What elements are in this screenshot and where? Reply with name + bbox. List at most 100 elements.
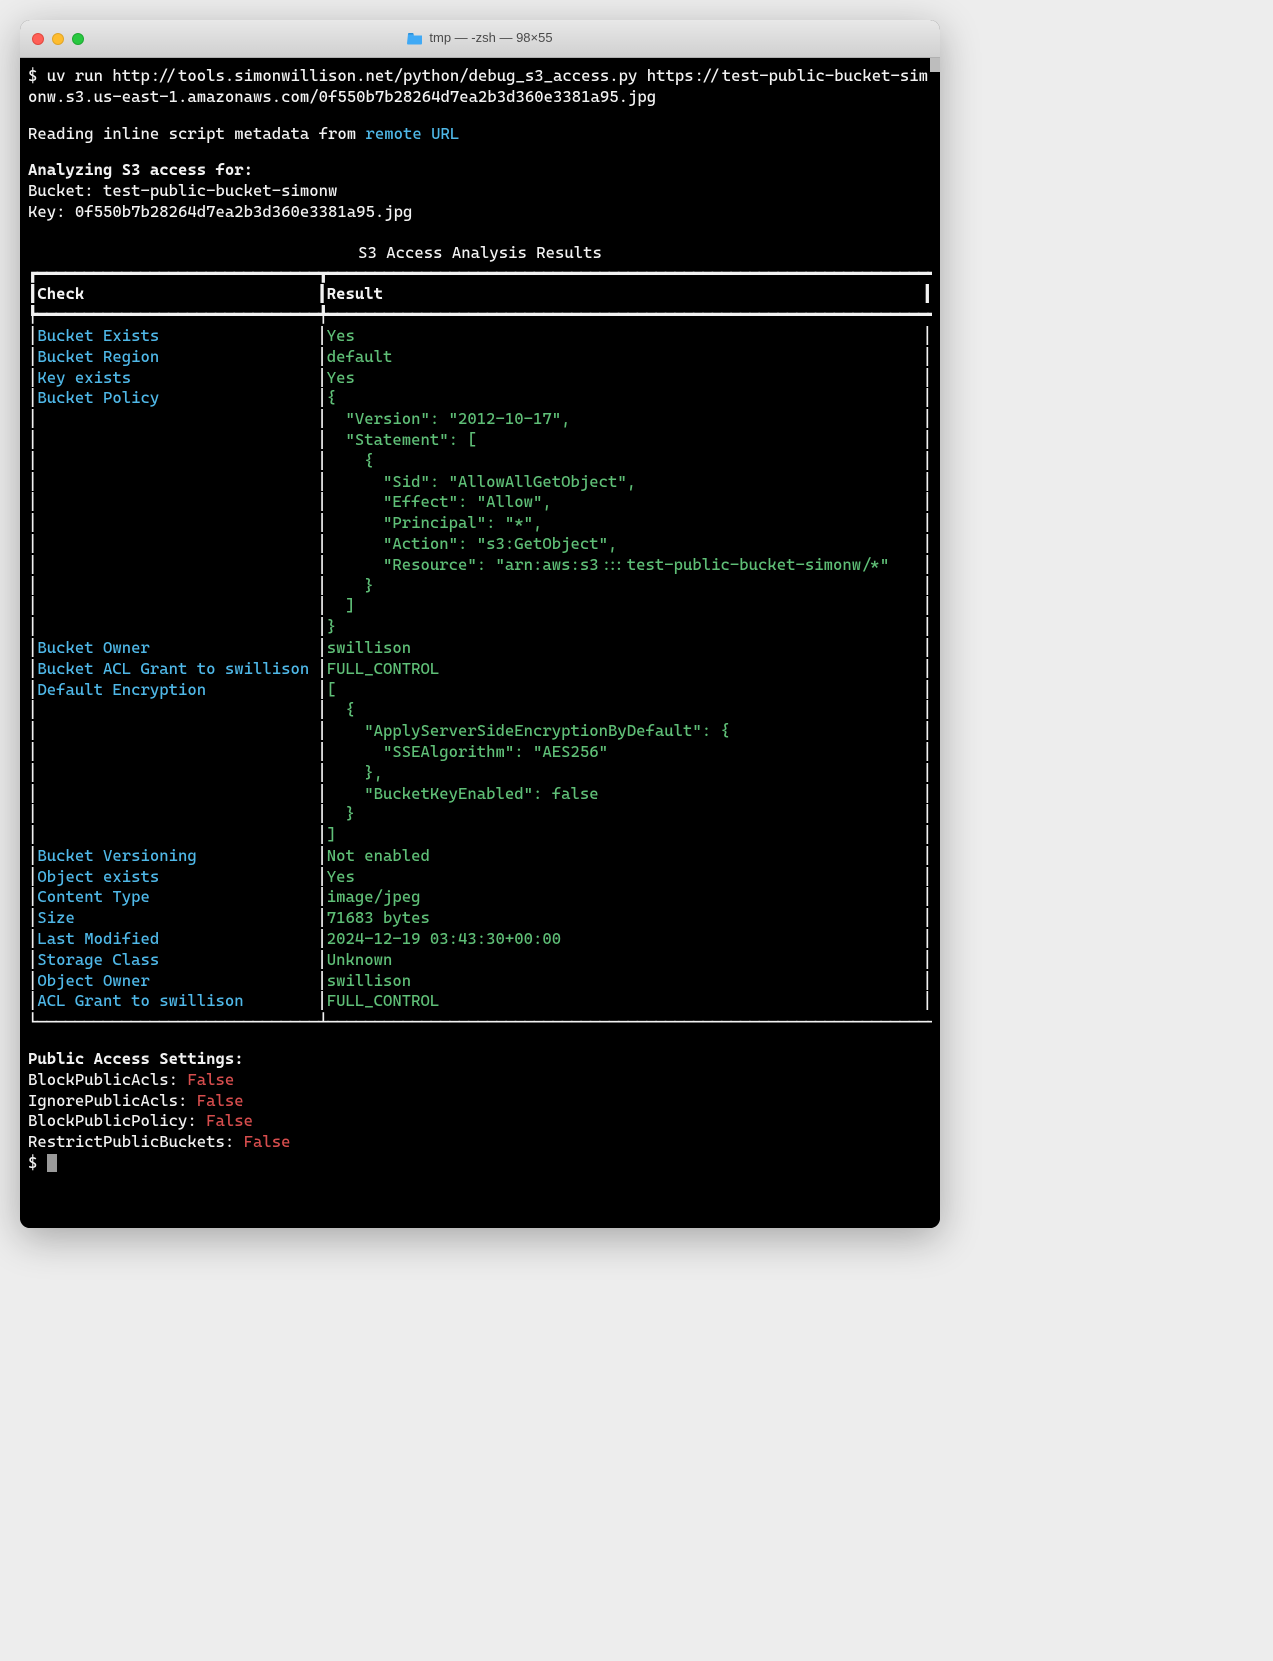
zoom-button[interactable] (72, 33, 84, 45)
check-cell (37, 617, 317, 638)
analyzing-header: Analyzing S3 access for: (28, 160, 932, 181)
check-cell: Bucket Region (37, 347, 317, 368)
result-cell: ] (327, 596, 923, 617)
traffic-lights (32, 33, 84, 45)
public-access-item: IgnorePublicAcls: False (28, 1091, 932, 1112)
bucket-line: Bucket: test-public-bucket-simonw (28, 181, 932, 202)
check-cell: Storage Class (37, 950, 317, 971)
table-row: │ │ "BucketKeyEnabled": false │ (28, 784, 932, 805)
result-cell: "Resource": "arn:aws:s3:::test-public-bu… (327, 555, 923, 576)
table-row: │ │ "SSEAlgorithm": "AES256" │ (28, 742, 932, 763)
table-row: │ │ "Resource": "arn:aws:s3:::test-publi… (28, 555, 932, 576)
check-cell (37, 409, 317, 430)
key-value: 0f550b7b28264d7ea2b3d360e3381a95.jpg (75, 202, 413, 221)
setting-value: False (244, 1132, 291, 1151)
titlebar[interactable]: tmp — -zsh — 98×55 (20, 20, 940, 58)
setting-label: BlockPublicPolicy: (28, 1111, 206, 1130)
table-row: │ │ ] │ (28, 825, 932, 846)
table-row: │ │ } │ (28, 576, 932, 597)
scrollbar-thumb[interactable] (930, 58, 940, 72)
remote-url-link: remote URL (366, 124, 460, 143)
table-row: │ Bucket ACL Grant to swillison│ FULL_CO… (28, 659, 932, 680)
prompt: $ (28, 66, 47, 85)
window-title-text: tmp — -zsh — 98×55 (429, 30, 552, 47)
table-row: │ Bucket Exists│ Yes │ (28, 326, 932, 347)
table-row: │ Object Owner│ swillison │ (28, 971, 932, 992)
table-row: │ Storage Class│ Unknown │ (28, 950, 932, 971)
setting-label: BlockPublicAcls: (28, 1070, 187, 1089)
result-cell: [ (327, 680, 923, 701)
reading-line: Reading inline script metadata from remo… (28, 124, 932, 145)
table-row: │ Bucket Versioning│ Not enabled │ (28, 846, 932, 867)
table-row: │ Last Modified│ 2024-12-19 03:43:30+00:… (28, 929, 932, 950)
check-cell: Size (37, 908, 317, 929)
setting-value: False (206, 1111, 253, 1130)
result-cell: Unknown (327, 950, 923, 971)
check-cell (37, 804, 317, 825)
result-cell: FULL_CONTROL (327, 659, 923, 680)
result-cell: Not enabled (327, 846, 923, 867)
table-row: │ Object exists│ Yes │ (28, 867, 932, 888)
table-row: │ Bucket Policy│ { │ (28, 388, 932, 409)
result-cell: { (327, 700, 923, 721)
check-cell (37, 513, 317, 534)
result-cell: "Principal": "*", (327, 513, 923, 534)
public-access-header: Public Access Settings: (28, 1049, 932, 1070)
check-cell (37, 763, 317, 784)
close-button[interactable] (32, 33, 44, 45)
result-cell: default (327, 347, 923, 368)
check-cell: Bucket Policy (37, 388, 317, 409)
result-cell: "Statement": [ (327, 430, 923, 451)
table-top-border: ┏━━━━━━━━━━━━━━━━━━━━━━━━━━━━━━┳━━━━━━━━… (28, 264, 932, 285)
window-title: tmp — -zsh — 98×55 (20, 30, 940, 47)
check-cell: Bucket ACL Grant to swillison (37, 659, 317, 680)
key-line: Key: 0f550b7b28264d7ea2b3d360e3381a95.jp… (28, 202, 932, 223)
setting-label: IgnorePublicAcls: (28, 1091, 197, 1110)
terminal-window: tmp — -zsh — 98×55 $ uv run http://tools… (20, 20, 940, 1228)
col1-header: Check (37, 284, 317, 305)
check-cell (37, 825, 317, 846)
table-row: │ Key exists│ Yes │ (28, 368, 932, 389)
result-cell: } (327, 617, 923, 638)
table-row: │ Default Encryption│ [ │ (28, 680, 932, 701)
table-row: │ │ "Action": "s3:GetObject", │ (28, 534, 932, 555)
prompt: $ (28, 1153, 47, 1172)
check-cell (37, 576, 317, 597)
cursor (47, 1154, 57, 1172)
table-row: │ │ "Sid": "AllowAllGetObject", │ (28, 472, 932, 493)
check-cell: Key exists (37, 368, 317, 389)
check-cell: Last Modified (37, 929, 317, 950)
check-cell: Bucket Exists (37, 326, 317, 347)
result-cell: "Sid": "AllowAllGetObject", (327, 472, 923, 493)
check-cell (37, 472, 317, 493)
table-row: │ │ { │ (28, 451, 932, 472)
check-cell (37, 596, 317, 617)
result-cell: 2024-12-19 03:43:30+00:00 (327, 929, 923, 950)
result-cell: swillison (327, 638, 923, 659)
table-header-row: ┃ Check┃ Result┃ (28, 284, 932, 305)
setting-value: False (197, 1091, 244, 1110)
table-row: │ Content Type│ image/jpeg │ (28, 887, 932, 908)
table-row: │ │ "Version": "2012-10-17", │ (28, 409, 932, 430)
check-cell (37, 700, 317, 721)
result-cell: FULL_CONTROL (327, 991, 923, 1012)
check-cell (37, 492, 317, 513)
result-cell: ] (327, 825, 923, 846)
col2-header: Result (327, 284, 923, 305)
result-cell: Yes (327, 368, 923, 389)
result-cell: { (327, 451, 923, 472)
table-row: │ │ "Principal": "*", │ (28, 513, 932, 534)
table-row: │ │ } │ (28, 617, 932, 638)
terminal-content[interactable]: $ uv run http://tools.simonwillison.net/… (20, 58, 940, 1228)
final-prompt-line: $ (28, 1153, 932, 1174)
command-line: $ uv run http://tools.simonwillison.net/… (28, 66, 932, 108)
setting-value: False (187, 1070, 234, 1089)
check-cell (37, 742, 317, 763)
result-cell: } (327, 576, 923, 597)
check-cell: Default Encryption (37, 680, 317, 701)
table-row: │ ACL Grant to swillison│ FULL_CONTROL │ (28, 991, 932, 1012)
result-cell: "BucketKeyEnabled": false (327, 784, 923, 805)
minimize-button[interactable] (52, 33, 64, 45)
check-cell: Object Owner (37, 971, 317, 992)
table-row: │ │ "Statement": [ │ (28, 430, 932, 451)
